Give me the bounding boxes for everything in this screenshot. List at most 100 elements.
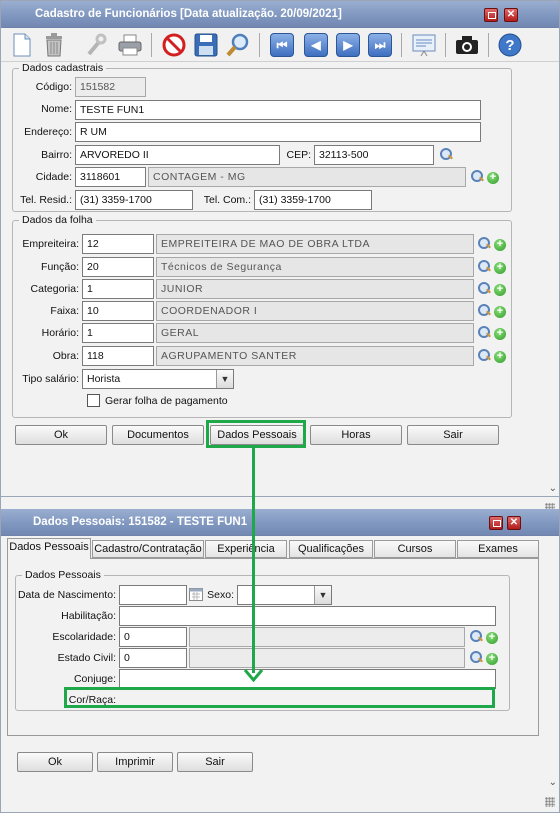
funcao-label: Função:: [41, 261, 79, 273]
conjuge-field[interactable]: [119, 669, 496, 689]
tab-qualificacoes[interactable]: Qualificações: [289, 540, 373, 558]
toolbar-separator: [401, 33, 402, 57]
funcao-codigo-field[interactable]: 20: [82, 257, 154, 277]
search-empreiteira-icon[interactable]: [477, 237, 491, 251]
add-empreiteira-icon[interactable]: +: [494, 239, 506, 251]
search-escolaridade-icon[interactable]: [469, 630, 483, 644]
empreiteira-codigo-field[interactable]: 12: [82, 234, 154, 254]
tipo-salario-select[interactable]: Horista ▼: [82, 369, 234, 389]
search-faixa-icon[interactable]: [477, 304, 491, 318]
maximize-button[interactable]: [489, 516, 503, 530]
obra-label: Obra:: [52, 350, 79, 362]
last-record-icon[interactable]: ⏭: [367, 32, 393, 58]
escolaridade-codigo-field[interactable]: 0: [119, 627, 187, 647]
scroll-down-icon[interactable]: ⌄: [549, 483, 557, 494]
highlight-box-dados-pessoais: [206, 420, 306, 448]
calendar-icon[interactable]: [189, 587, 203, 601]
help-icon[interactable]: ?: [497, 32, 523, 58]
first-record-icon[interactable]: ⏮: [269, 32, 295, 58]
next-record-icon[interactable]: ▶: [335, 32, 361, 58]
ok-button[interactable]: Ok: [15, 425, 107, 445]
conjuge-label: Conjuge:: [73, 673, 116, 685]
tel-resid-field[interactable]: (31) 3359-1700: [75, 190, 193, 210]
tab-experiencia[interactable]: Experiência: [205, 540, 287, 558]
search-categoria-icon[interactable]: [477, 282, 491, 296]
previous-record-icon[interactable]: ◀: [303, 32, 329, 58]
scroll-down-icon[interactable]: ⌄: [549, 777, 557, 788]
tools-icon[interactable]: [83, 32, 109, 58]
add-faixa-icon[interactable]: +: [494, 306, 506, 318]
tab-cadastro-contratacao[interactable]: Cadastro/Contratação: [92, 540, 204, 558]
add-obra-icon[interactable]: +: [494, 351, 506, 363]
cidade-nome-field: CONTAGEM - MG: [148, 167, 466, 187]
habilitacao-label: Habilitação:: [61, 610, 116, 622]
search-funcao-icon[interactable]: [477, 260, 491, 274]
ok-button[interactable]: Ok: [17, 752, 93, 772]
sair-button[interactable]: Sair: [177, 752, 253, 772]
add-horario-icon[interactable]: +: [494, 328, 506, 340]
search-cidade-icon[interactable]: [470, 170, 484, 184]
categoria-codigo-field[interactable]: 1: [82, 279, 154, 299]
estado-civil-codigo-field[interactable]: 0: [119, 648, 187, 668]
group-legend: Dados da folha: [19, 214, 96, 226]
toolbar: ⏮ ◀ ▶ ⏭ ?: [1, 28, 559, 62]
save-icon[interactable]: [193, 32, 219, 58]
maximize-button[interactable]: [484, 8, 498, 22]
printer-icon[interactable]: [117, 32, 143, 58]
sair-button[interactable]: Sair: [407, 425, 499, 445]
tel-com-field[interactable]: (31) 3359-1700: [254, 190, 372, 210]
add-categoria-icon[interactable]: +: [494, 284, 506, 296]
faixa-codigo-field[interactable]: 10: [82, 301, 154, 321]
faixa-nome-field: COORDENADOR I: [156, 301, 474, 321]
toolbar-separator: [151, 33, 152, 57]
habilitacao-field[interactable]: [119, 606, 496, 626]
cep-field[interactable]: 32113-500: [314, 145, 434, 165]
cep-label: CEP:: [286, 149, 311, 161]
trash-icon[interactable]: [41, 32, 67, 58]
tipo-salario-value: Horista: [87, 373, 121, 385]
chevron-down-icon[interactable]: ▼: [216, 370, 233, 388]
add-estado-civil-icon[interactable]: +: [486, 653, 498, 665]
chevron-down-icon[interactable]: ▼: [314, 586, 331, 604]
imprimir-button[interactable]: Imprimir: [97, 752, 173, 772]
funcao-nome-field: Técnicos de Segurança: [156, 257, 474, 277]
search-cep-icon[interactable]: [439, 148, 453, 162]
obra-codigo-field[interactable]: 118: [82, 346, 154, 366]
tipo-salario-label: Tipo salário:: [22, 373, 79, 385]
close-button[interactable]: ✕: [504, 8, 518, 22]
tab-cursos[interactable]: Cursos: [374, 540, 456, 558]
data-nascimento-field[interactable]: [119, 585, 187, 605]
codigo-field[interactable]: 151582: [75, 77, 146, 97]
escolaridade-nome-field: [189, 627, 465, 647]
search-horario-icon[interactable]: [477, 326, 491, 340]
horas-button[interactable]: Horas: [310, 425, 402, 445]
toolbar-separator: [445, 33, 446, 57]
cancel-icon[interactable]: [161, 32, 187, 58]
cidade-codigo-field[interactable]: 3118601: [75, 167, 146, 187]
tab-exames[interactable]: Exames: [457, 540, 539, 558]
endereco-field[interactable]: R UM: [75, 122, 481, 142]
add-funcao-icon[interactable]: +: [494, 262, 506, 274]
new-document-icon[interactable]: [9, 32, 35, 58]
documentos-button[interactable]: Documentos: [112, 425, 204, 445]
horario-codigo-field[interactable]: 1: [82, 323, 154, 343]
camera-icon[interactable]: [454, 32, 480, 58]
gerar-folha-checkbox[interactable]: [87, 394, 100, 407]
tel-com-label: Tel. Com.:: [203, 194, 251, 206]
cidade-label: Cidade:: [35, 171, 72, 183]
window-title: Dados Pessoais: 151582 - TESTE FUN1: [1, 509, 559, 536]
add-escolaridade-icon[interactable]: +: [486, 632, 498, 644]
group-legend: Dados Pessoais: [22, 569, 104, 581]
close-button[interactable]: ✕: [507, 516, 521, 530]
endereco-label: Endereço:: [24, 126, 72, 138]
search-obra-icon[interactable]: [477, 349, 491, 363]
report-icon[interactable]: [411, 32, 437, 58]
nome-field[interactable]: TESTE FUN1: [75, 100, 481, 120]
tab-dados-pessoais[interactable]: Dados Pessoais: [7, 538, 91, 559]
add-cidade-icon[interactable]: +: [487, 172, 499, 184]
bairro-field[interactable]: ARVOREDO II: [75, 145, 280, 165]
resize-grip-icon[interactable]: [545, 797, 555, 807]
search-icon[interactable]: [225, 32, 251, 58]
search-estado-civil-icon[interactable]: [469, 651, 483, 665]
group-legend: Dados cadastrais: [19, 62, 107, 74]
